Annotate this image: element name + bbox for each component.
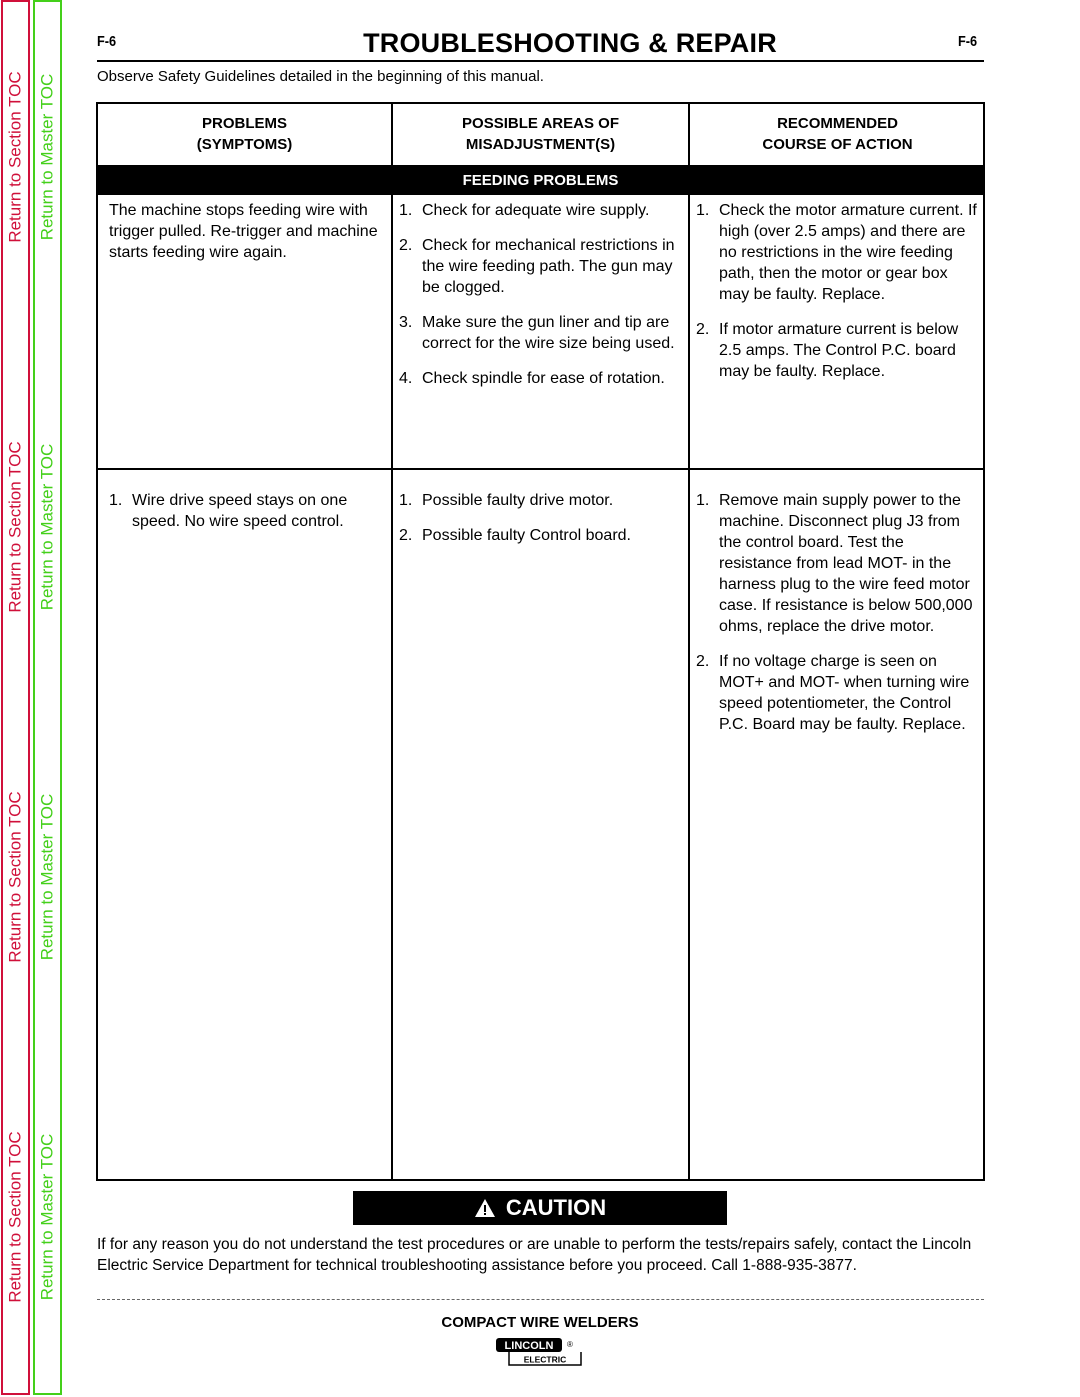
- item-number: 1.: [696, 492, 710, 509]
- return-to-section-toc-link[interactable]: Return to Section TOC: [3, 402, 28, 652]
- item-text: If motor armature current is below 2.5 a…: [719, 321, 959, 380]
- item-number: 2.: [696, 653, 710, 670]
- item-number: 2.: [399, 237, 413, 254]
- troubleshooting-table: PROBLEMS (SYMPTOMS) POSSIBLE AREAS OF MI…: [96, 102, 985, 1181]
- list-item: 2. Check for mechanical restrictions in t…: [399, 235, 684, 298]
- return-to-master-toc-link[interactable]: Return to Master TOC: [35, 402, 60, 652]
- warning-triangle-icon: [474, 1199, 495, 1217]
- header-line: RECOMMENDED: [777, 115, 898, 132]
- lincoln-electric-logo: LINCOLN ® ELECTRIC: [496, 1338, 582, 1366]
- row-divider: [98, 468, 983, 470]
- column-header-problems: PROBLEMS (SYMPTOMS): [98, 113, 391, 163]
- link-label: Return to Master TOC: [37, 443, 57, 611]
- safety-note: Observe Safety Guidelines detailed in th…: [97, 68, 544, 85]
- section-toc-strip: Return to Section TOC Return to Section …: [1, 0, 30, 1395]
- footer-divider: [97, 1299, 984, 1300]
- column-header-recommended-action: RECOMMENDED COURSE OF ACTION: [690, 113, 985, 163]
- header-divider: [97, 60, 984, 62]
- list-item: 2. If motor armature current is below 2.5…: [696, 319, 981, 382]
- list-item: 1. Remove main supply power to the machin…: [696, 490, 981, 637]
- caution-label: CAUTION: [505, 1195, 607, 1220]
- item-text: Check for mechanical restrictions in the…: [422, 237, 675, 296]
- link-label: Return to Master TOC: [37, 793, 57, 961]
- item-number: 2.: [696, 321, 710, 338]
- logo-bottom-text: ELECTRIC: [524, 1355, 567, 1365]
- areas-cell: 1. Possible faulty drive motor. 2. Possibl…: [399, 490, 684, 560]
- list-item: 1. Check for adequate wire supply.: [399, 200, 684, 221]
- areas-cell: 1. Check for adequate wire supply. 2. Chec…: [399, 200, 684, 403]
- list-item: 4. Check spindle for ease of rotation.: [399, 368, 684, 389]
- symptom-cell: 1. Wire drive speed stays on one speed. N…: [109, 490, 384, 546]
- header-line: PROBLEMS: [201, 115, 287, 132]
- caution-banner: CAUTION: [353, 1191, 727, 1225]
- item-text: Possible faulty Control board.: [422, 527, 631, 544]
- item-text: Remove main supply power to the machine.…: [719, 492, 973, 635]
- list-item: 1. Possible faulty drive motor.: [399, 490, 684, 511]
- list-item: 2. If no voltage charge is seen on MOT+ a…: [696, 651, 981, 735]
- actions-cell: 1. Check the motor armature current. If h…: [696, 200, 981, 396]
- item-text: If no voltage charge is seen on MOT+ and…: [719, 653, 970, 733]
- return-to-section-toc-link[interactable]: Return to Section TOC: [3, 1092, 28, 1342]
- master-toc-strip: Return to Master TOC Return to Master TO…: [33, 0, 62, 1395]
- return-to-section-toc-link[interactable]: Return to Section TOC: [3, 32, 28, 282]
- item-number: 1.: [696, 202, 710, 219]
- item-number: 1.: [399, 202, 413, 219]
- item-text: Make sure the gun liner and tip are corr…: [422, 314, 675, 352]
- link-label: Return to Section TOC: [5, 791, 25, 963]
- link-label: Return to Section TOC: [5, 441, 25, 613]
- page-title: TROUBLESHOOTING & REPAIR: [363, 28, 777, 58]
- section-heading-feeding-problems: FEEDING PROBLEMS: [98, 165, 983, 195]
- link-label: Return to Section TOC: [5, 71, 25, 243]
- column-header-possible-areas: POSSIBLE AREAS OF MISADJUSTMENT(S): [393, 113, 688, 163]
- list-item: 1. Check the motor armature current. If h…: [696, 200, 981, 305]
- registered-mark: ®: [567, 1340, 573, 1349]
- header-line: COURSE OF ACTION: [762, 136, 913, 153]
- item-number: 1.: [399, 492, 413, 509]
- logo-top-text: LINCOLN: [505, 1340, 554, 1352]
- page-number-right: F-6: [958, 33, 978, 50]
- header-line: (SYMPTOMS): [196, 136, 293, 153]
- item-text: Check for adequate wire supply.: [422, 202, 650, 219]
- caution-text: If for any reason you do not understand …: [97, 1236, 972, 1274]
- return-to-master-toc-link[interactable]: Return to Master TOC: [35, 752, 60, 1002]
- link-label: Return to Section TOC: [5, 1131, 25, 1303]
- item-text: Check spindle for ease of rotation.: [422, 370, 665, 387]
- item-text: Wire drive speed stays on one speed. No …: [132, 492, 348, 530]
- column-divider: [688, 104, 690, 1179]
- header-line: POSSIBLE AREAS OF: [462, 115, 619, 132]
- list-item: 2. Possible faulty Control board.: [399, 525, 684, 546]
- actions-cell: 1. Remove main supply power to the machin…: [696, 490, 981, 749]
- return-to-master-toc-link[interactable]: Return to Master TOC: [35, 32, 60, 282]
- link-label: Return to Master TOC: [37, 1133, 57, 1301]
- item-number: 2.: [399, 527, 413, 544]
- footer-title: COMPACT WIRE WELDERS: [441, 1314, 639, 1331]
- item-text: Possible faulty drive motor.: [422, 492, 614, 509]
- list-item: 1. Wire drive speed stays on one speed. N…: [109, 490, 384, 532]
- item-number: 1.: [109, 492, 123, 509]
- link-label: Return to Master TOC: [37, 73, 57, 241]
- symptom-cell: The machine stops feeding wire with trig…: [109, 202, 378, 261]
- item-text: Check the motor armature current. If hig…: [719, 202, 977, 303]
- item-number: 3.: [399, 314, 413, 331]
- return-to-section-toc-link[interactable]: Return to Section TOC: [3, 752, 28, 1002]
- header-line: MISADJUSTMENT(S): [465, 136, 616, 153]
- column-divider: [391, 104, 393, 1179]
- list-item: 3. Make sure the gun liner and tip are co…: [399, 312, 684, 354]
- item-number: 4.: [399, 370, 413, 387]
- return-to-master-toc-link[interactable]: Return to Master TOC: [35, 1092, 60, 1342]
